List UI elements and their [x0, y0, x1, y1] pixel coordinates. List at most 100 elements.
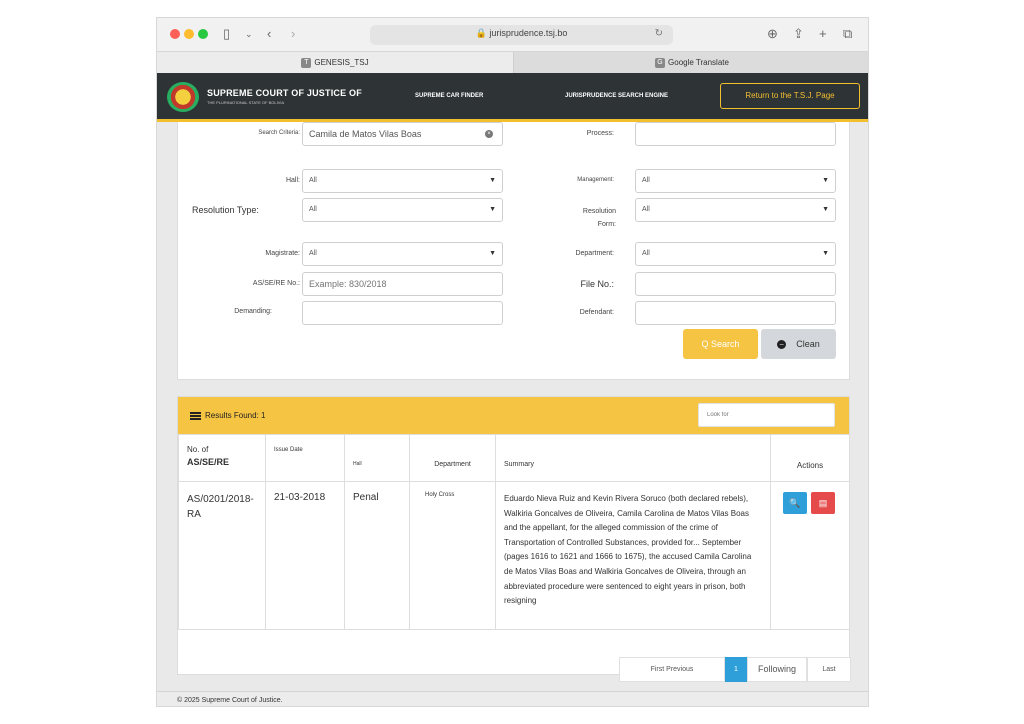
clean-button[interactable]: – Clean — [761, 329, 836, 359]
row-summary: Eduardo Nieva Ruiz and Kevin Rivera Soru… — [495, 481, 771, 630]
hall-label: Hall: — [285, 177, 300, 184]
pager-current-page[interactable]: 1 — [725, 657, 747, 682]
search-form: Search Criteria: Camila de Matos Vilas B… — [177, 122, 850, 380]
minimize-window-icon[interactable] — [184, 29, 194, 39]
favicon-icon: T — [301, 57, 312, 68]
management-value: All — [642, 177, 650, 184]
caret-down-icon: ▼ — [489, 177, 496, 184]
zoom-window-icon[interactable] — [198, 29, 208, 39]
close-window-icon[interactable] — [170, 29, 180, 39]
pager-following[interactable]: Following — [747, 657, 807, 682]
new-tab-icon[interactable]: + — [819, 25, 827, 43]
column-issue-date-label: Issue Date — [274, 447, 303, 453]
address-bar[interactable]: 🔒 jurisprudence.tsj.bo ↻ — [370, 25, 673, 45]
results-panel: Results Found: 1 No. of AS/SE/RE Issue Da… — [177, 396, 851, 682]
table-header-row: No. of AS/SE/RE Issue Date Hall Departmen… — [178, 434, 850, 482]
row-issue-date: 21-03-2018 — [265, 481, 345, 630]
search-icon[interactable]: 🔍 — [783, 492, 807, 514]
site-header: SUPREME COURT OF JUSTICE OF THE PLURINAT… — [157, 73, 868, 122]
results-found-label: Results Found: 1 — [205, 411, 266, 420]
column-hall: Hall — [344, 434, 410, 482]
criteria-input[interactable]: Camila de Matos Vilas Boas × — [302, 122, 503, 146]
resolution-type-select[interactable]: All ▼ — [302, 198, 503, 222]
column-number: No. of AS/SE/RE — [178, 434, 266, 482]
department-value: All — [642, 250, 650, 257]
demanding-label: Demanding: — [234, 308, 272, 315]
return-button[interactable]: Return to the T.S.J. Page — [720, 83, 860, 109]
as-number-label: AS/SE/RE No.: — [252, 280, 300, 287]
results-table: No. of AS/SE/RE Issue Date Hall Departmen… — [178, 434, 850, 630]
tab-label: GENESIS_TSJ — [314, 58, 369, 67]
caret-down-icon: ▼ — [489, 206, 496, 213]
clean-label: Clean — [796, 339, 820, 349]
magistrate-label: Magistrate: — [265, 250, 300, 257]
court-subtitle: THE PLURINATIONAL STATE OF BOLIVIA — [207, 100, 285, 105]
row-department: Holy Cross — [409, 481, 496, 630]
as-number-input[interactable] — [302, 272, 503, 296]
department-label: Department: — [575, 250, 614, 257]
row-number: AS/0201/2018-RA — [178, 481, 266, 630]
url-value: jurisprudence.tsj.bo — [489, 28, 568, 38]
tab-overview-icon[interactable]: ⧉ — [843, 25, 852, 43]
criteria-value: Camila de Matos Vilas Boas — [309, 129, 422, 139]
department-select[interactable]: All ▼ — [635, 242, 836, 266]
results-count: Results Found: 1 — [190, 411, 265, 420]
page-footer: © 2025 Supreme Court of Justice. — [157, 691, 868, 706]
court-name: SUPREME COURT OF JUSTICE OF — [207, 88, 362, 98]
reload-icon[interactable]: ↻ — [655, 28, 663, 39]
process-label: Process: — [586, 130, 614, 137]
caret-down-icon: ▼ — [822, 177, 829, 184]
chevron-down-icon[interactable]: ⌄ — [245, 25, 253, 43]
share-icon[interactable]: ⇪ — [793, 25, 804, 43]
resolution-form-select[interactable]: All ▼ — [635, 198, 836, 222]
pdf-icon[interactable]: ▤ — [811, 492, 835, 514]
row-hall: Penal — [344, 481, 410, 630]
process-input[interactable] — [635, 122, 836, 146]
nav-supreme-car-finder[interactable]: SUPREME CAR FINDER — [415, 93, 483, 99]
caret-down-icon: ▼ — [822, 206, 829, 213]
row-actions: 🔍 ▤ — [770, 481, 850, 630]
column-issue-date: Issue Date — [265, 434, 345, 482]
tab-google-translate[interactable]: G Google Translate — [513, 52, 868, 73]
search-button[interactable]: Q Search — [683, 329, 758, 359]
column-number-bottom: AS/SE/RE — [187, 457, 230, 467]
tab-genesis[interactable]: T GENESIS_TSJ — [157, 52, 513, 73]
magistrate-select[interactable]: All ▼ — [302, 242, 503, 266]
browser-titlebar: ▯ ⌄ ‹ › 🔒 jurisprudence.tsj.bo ↻ ⊕ ⇪ + ⧉ — [157, 18, 868, 51]
pager-last[interactable]: Last — [807, 657, 851, 682]
hall-value: All — [309, 177, 317, 184]
sidebar-icon[interactable]: ▯ — [223, 25, 230, 43]
resolution-form-label: Resolution Form: — [582, 208, 616, 228]
favicon-icon: G — [655, 57, 666, 68]
tab-bar: T GENESIS_TSJ G Google Translate — [157, 51, 868, 73]
management-label: Management: — [577, 177, 614, 183]
tab-label: Google Translate — [668, 58, 729, 67]
column-hall-label: Hall — [353, 461, 362, 467]
results-header: Results Found: 1 — [178, 397, 849, 434]
table-row: AS/0201/2018-RA 21-03-2018 Penal Holy Cr… — [178, 481, 850, 630]
back-icon[interactable]: ‹ — [267, 25, 271, 43]
magistrate-value: All — [309, 250, 317, 257]
demanding-input[interactable] — [302, 301, 503, 325]
forward-icon[interactable]: › — [291, 25, 295, 43]
browser-window: ▯ ⌄ ‹ › 🔒 jurisprudence.tsj.bo ↻ ⊕ ⇪ + ⧉… — [156, 17, 869, 707]
caret-down-icon: ▼ — [822, 250, 829, 257]
caret-down-icon: ▼ — [489, 250, 496, 257]
download-icon[interactable]: ⊕ — [767, 25, 778, 43]
resolution-form-value: All — [642, 206, 650, 213]
clear-icon[interactable]: × — [485, 130, 493, 138]
file-number-input[interactable] — [635, 272, 836, 296]
nav-jurisprudence-search[interactable]: JURISPRUDENCE SEARCH ENGINE — [565, 93, 668, 99]
management-select[interactable]: All ▼ — [635, 169, 836, 193]
look-for-input[interactable] — [698, 403, 835, 427]
defendant-input[interactable] — [635, 301, 836, 325]
pager-first-previous[interactable]: First Previous — [619, 657, 725, 682]
column-summary-label: Summary — [504, 461, 534, 468]
column-number-top: No. of — [187, 445, 209, 454]
column-summary: Summary — [495, 434, 771, 482]
hall-select[interactable]: All ▼ — [302, 169, 503, 193]
column-department-label: Department — [434, 461, 471, 468]
list-icon — [190, 411, 201, 420]
column-actions-label: Actions — [796, 461, 824, 470]
resolution-type-value: All — [309, 206, 317, 213]
